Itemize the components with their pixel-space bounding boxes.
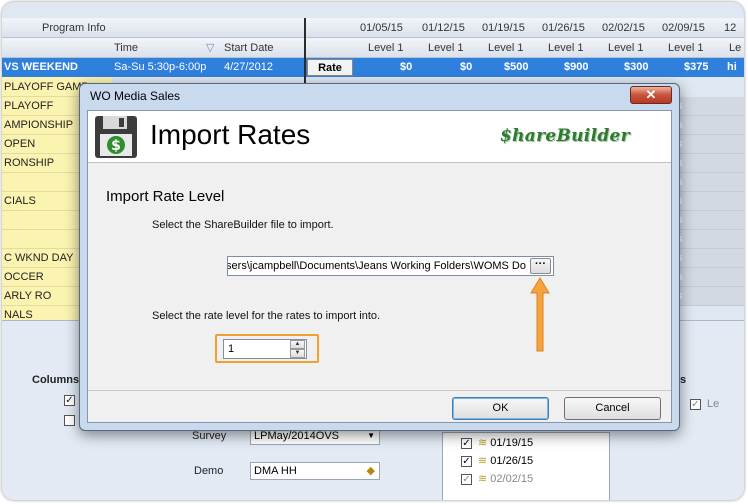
start-date-column-header[interactable]: Start Date [224, 38, 274, 58]
rate-level-spinner[interactable]: 1 ▲ ▼ [223, 339, 307, 359]
date-header[interactable]: 01/26/15 [542, 18, 585, 38]
level-header: Le [729, 42, 742, 54]
filter-icon[interactable]: ▽ [206, 38, 214, 58]
right-panel-label: s [680, 374, 687, 386]
import-rates-dialog: WO Media Sales ✕ $ Import Rates $hareBui… [79, 83, 680, 431]
dialog-titlebar[interactable]: WO Media Sales ✕ [80, 84, 679, 108]
file-prompt-label: Select the ShareBuilder file to import. [152, 219, 334, 231]
right-panel-item[interactable]: ✓ Le [690, 398, 719, 410]
stack-icon: ≋ [478, 473, 488, 485]
close-button[interactable]: ✕ [630, 86, 672, 104]
level-header: Level 1 [428, 42, 464, 54]
dialog-title: WO Media Sales [90, 89, 181, 103]
section-title: Import Rate Level [106, 188, 225, 205]
browse-button[interactable]: ··· [530, 258, 551, 274]
columns-label: Columns [32, 374, 80, 386]
stack-icon: ≋ [478, 437, 488, 449]
survey-label: Survey [192, 430, 227, 442]
list-item[interactable]: ✓ ≋ 02/02/15 [461, 471, 533, 488]
date-header[interactable]: 01/12/15 [422, 18, 465, 38]
list-item[interactable]: ✓ ≋ 01/19/15 [461, 435, 533, 452]
diamond-icon[interactable]: ◆ [367, 463, 375, 479]
grid-header-dates: Program Info 01/05/15 01/12/15 01/19/15 … [2, 18, 744, 38]
level-header: Level 1 [668, 42, 704, 54]
rate-value[interactable]: $0 [400, 58, 412, 77]
survey-value: LPMay/2014OVS [254, 430, 339, 442]
dialog-banner: $ Import Rates $hareBuilder [88, 111, 671, 163]
time-value: Sa-Su 5:30p-6:00p [114, 61, 207, 73]
spin-down-icon[interactable]: ▼ [290, 349, 305, 358]
up-arrow-annotation-icon [530, 277, 550, 352]
stack-icon: ≋ [478, 455, 488, 467]
list-item[interactable]: ✓ ≋ 01/26/15 [461, 453, 533, 470]
banner-title: Import Rates [150, 119, 311, 150]
time-column-header[interactable]: Time [114, 38, 138, 58]
demo-label: Demo [194, 465, 224, 477]
dialog-body: $ Import Rates $hareBuilder Import Rate … [87, 110, 672, 423]
date-header[interactable]: 02/09/15 [662, 18, 705, 38]
date-header[interactable]: 02/02/15 [602, 18, 645, 38]
level-header: Level 1 [368, 42, 404, 54]
floppy-disk-icon: $ [95, 116, 137, 158]
rate-value[interactable]: $300 [624, 58, 648, 77]
date-header[interactable]: 12 [724, 18, 736, 38]
demo-value: DMA HH [254, 465, 297, 477]
svg-text:$: $ [111, 138, 121, 154]
date-header[interactable]: 01/19/15 [482, 18, 525, 38]
ok-button[interactable]: OK [452, 397, 549, 420]
cancel-button[interactable]: Cancel [564, 397, 661, 420]
rate-level-value: 1 [228, 343, 235, 355]
application-window: Program Info 01/05/15 01/12/15 01/19/15 … [2, 2, 744, 500]
rate-value[interactable]: $375 [684, 58, 708, 77]
level-header: Level 1 [548, 42, 584, 54]
date-header[interactable]: 01/05/15 [360, 18, 403, 38]
grid-header-columns: Time ▽ Start Date Level 1 Level 1 Level … [2, 38, 744, 58]
file-path-input[interactable]: C:\Users\jcampbell\Documents\Jeans Worki… [227, 256, 554, 276]
sharebuilder-logo: $hareBuilder [500, 126, 630, 146]
file-path-value: C:\Users\jcampbell\Documents\Jeans Worki… [228, 260, 526, 272]
level-header: Level 1 [608, 42, 644, 54]
start-date-value: 4/27/2012 [224, 61, 273, 73]
date-list: ✓ ≋ 01/19/15 ✓ ≋ 01/26/15 ✓ ≋ 02/02/15 [442, 432, 610, 500]
rate-value[interactable]: $0 [460, 58, 472, 77]
program-info-header: Program Info [42, 22, 106, 34]
dialog-footer: OK Cancel [88, 390, 671, 422]
program-name: VS WEEKEND [4, 61, 78, 73]
right-panel-item-label: Le [707, 398, 720, 410]
rate-value[interactable]: $900 [564, 58, 588, 77]
level-header: Level 1 [488, 42, 524, 54]
rate-value[interactable]: hi [727, 58, 737, 77]
rate-button[interactable]: Rate [307, 59, 353, 76]
rate-value[interactable]: $500 [504, 58, 528, 77]
demo-field[interactable]: DMA HH ◆ [250, 462, 380, 480]
selected-table-row[interactable]: VS WEEKEND Sa-Su 5:30p-6:00p 4/27/2012 R… [2, 58, 744, 77]
spin-up-icon[interactable]: ▲ [290, 340, 305, 349]
level-prompt-label: Select the rate level for the rates to i… [152, 310, 381, 322]
